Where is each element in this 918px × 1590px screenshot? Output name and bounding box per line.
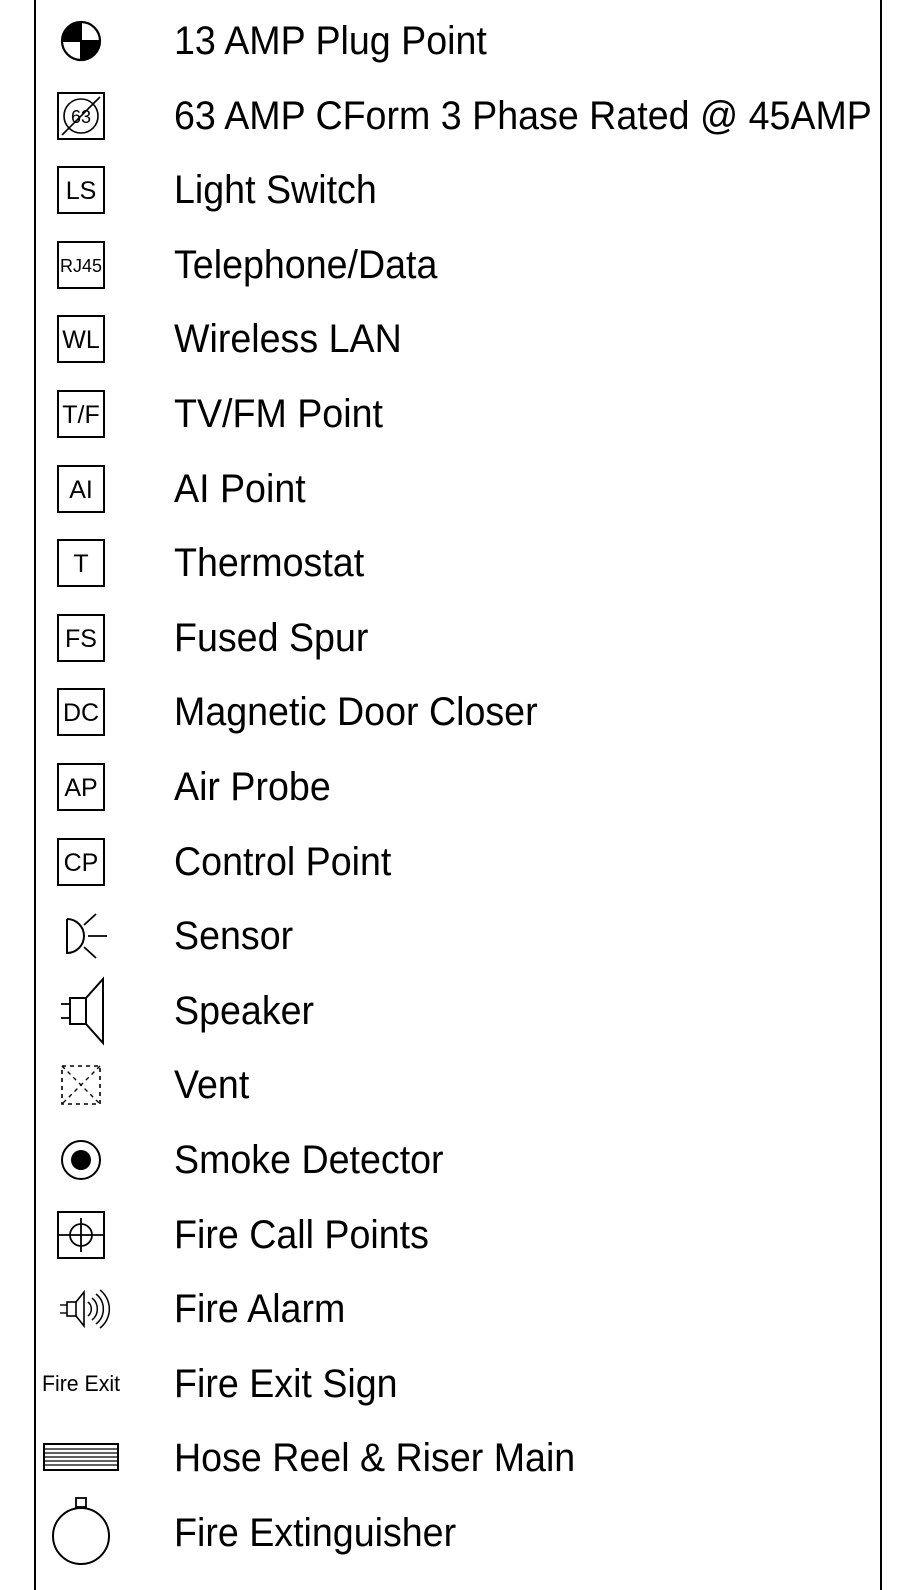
legend-row-light-switch: LS Light Switch [36,153,880,228]
legend-row-door-closer: DC Magnetic Door Closer [36,675,880,750]
svg-text:T/F: T/F [62,401,100,429]
legend-row-wireless-lan: WL Wireless LAN [36,302,880,377]
svg-text:RJ45: RJ45 [60,256,102,276]
legend-label: 63 AMP CForm 3 Phase Rated @ 45AMP [174,93,872,138]
legend-label: Telephone/Data [174,242,438,287]
legend-label: Magnetic Door Closer [174,690,538,735]
legend-label: Fire Alarm [174,1287,346,1332]
legend-row-tv-fm: T/F TV/FM Point [36,377,880,452]
legend-label: Sensor [174,914,294,959]
vent-icon [36,1048,126,1123]
legend-row-fused-spur: FS Fused Spur [36,601,880,676]
legend-label: Fire Exit Sign [174,1361,398,1406]
wireless-lan-icon: WL [36,302,126,377]
sensor-icon [36,899,126,974]
legend-label: Thermostat [174,541,365,586]
legend-row-cform: 63 63 AMP CForm 3 Phase Rated @ 45AMP [36,79,880,154]
hose-reel-icon [36,1421,126,1496]
legend-row-fire-call-points: Fire Call Points [36,1198,880,1273]
fire-exit-sign-icon: Fire Exit [36,1347,126,1422]
svg-text:AI: AI [69,476,93,504]
legend-label: Air Probe [174,765,331,809]
legend-row-sensor: Sensor [36,899,880,974]
legend-row-smoke-detector: Smoke Detector [36,1123,880,1198]
legend-row-control-point: CP Control Point [36,825,880,900]
legend-label: Fire Call Points [174,1212,429,1257]
svg-text:DC: DC [63,699,99,727]
legend-row-hose-reel: Hose Reel & Riser Main [36,1421,880,1496]
plug-point-icon [36,4,126,79]
svg-text:WL: WL [62,326,100,354]
legend-label: Hose Reel & Riser Main [174,1436,576,1481]
legend-row-fire-extinguisher: Fire Extinguisher [36,1496,880,1571]
fire-extinguisher-icon [36,1496,126,1571]
legend-row-speaker: Speaker [36,974,880,1049]
legend-row-fire-alarm: Fire Alarm [36,1272,880,1347]
thermostat-icon: T [36,526,126,601]
cform-63-icon: 63 [36,79,126,154]
fused-spur-icon: FS [36,601,126,676]
smoke-detector-icon [36,1123,126,1198]
legend-label: Speaker [174,988,315,1033]
legend-row-fire-exit-sign: Fire Exit Fire Exit Sign [36,1347,880,1422]
legend-row-thermostat: T Thermostat [36,526,880,601]
legend-row-vent: Vent [36,1048,880,1123]
legend-label: Fire Extinguisher [174,1511,457,1555]
fire-alarm-icon [36,1272,126,1347]
legend-label: AI Point [174,466,306,511]
legend-label: Wireless LAN [174,317,402,362]
legend-label: Vent [174,1063,250,1108]
tv-fm-icon: T/F [36,377,126,452]
door-closer-icon: DC [36,675,126,750]
svg-text:FS: FS [65,625,97,653]
legend-label: Light Switch [174,168,377,213]
legend-label: Fused Spur [174,615,369,660]
telephone-data-icon: RJ45 [36,228,126,303]
control-point-icon: CP [36,825,126,900]
legend-label: TV/FM Point [174,392,383,436]
svg-text:Fire Exit: Fire Exit [42,1371,120,1396]
light-switch-icon: LS [36,153,126,228]
air-probe-icon: AP [36,750,126,825]
legend-label: 13 AMP Plug Point [174,19,487,63]
svg-text:AP: AP [64,774,97,802]
ai-point-icon: AI [36,452,126,527]
legend-label: Smoke Detector [174,1138,444,1182]
svg-text:T: T [73,550,88,578]
legend-row-air-probe: AP Air Probe [36,750,880,825]
svg-text:CP: CP [64,849,99,877]
right-border [880,0,882,1590]
svg-text:LS: LS [66,177,97,205]
legend-row-plug-point: 13 AMP Plug Point [36,4,880,79]
legend-row-telephone-data: RJ45 Telephone/Data [36,228,880,303]
svg-text:63: 63 [71,107,91,127]
legend-row-ai-point: AI AI Point [36,452,880,527]
speaker-icon [36,974,126,1049]
fire-call-point-icon [36,1198,126,1273]
legend-label: Control Point [174,839,392,884]
